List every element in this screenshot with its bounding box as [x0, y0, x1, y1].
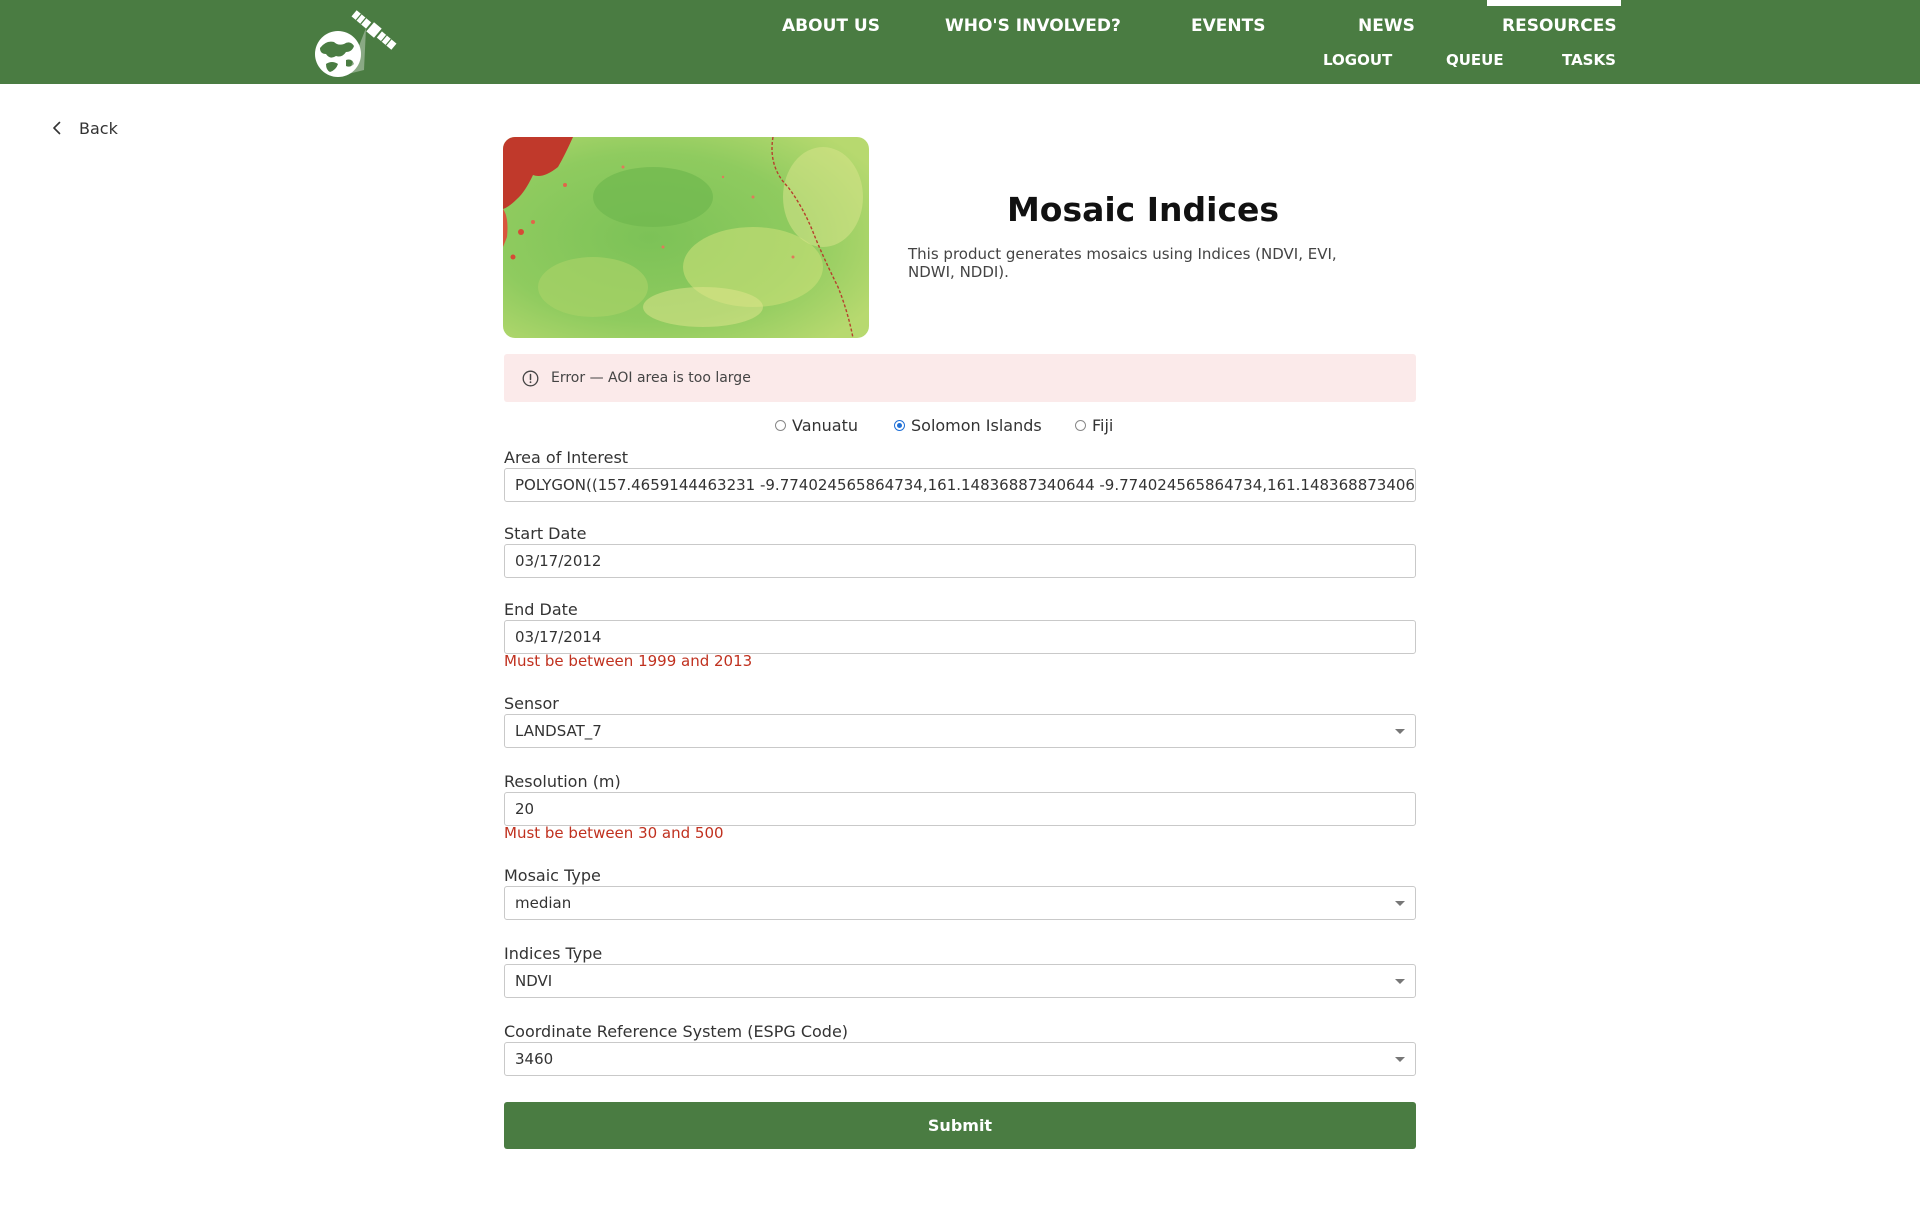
page-title: Mosaic Indices: [1006, 190, 1280, 229]
nav-queue[interactable]: QUEUE: [1446, 51, 1504, 69]
error-banner: Error — AOI area is too large: [504, 354, 1416, 402]
nav-whos-involved[interactable]: WHO'S INVOLVED?: [945, 16, 1121, 36]
crs-value: 3460: [515, 1050, 554, 1068]
globe-satellite-logo[interactable]: [296, 4, 402, 80]
mosaic-type-value: median: [515, 894, 572, 912]
end-date-label: End Date: [504, 600, 578, 619]
resolution-input-box[interactable]: [504, 792, 1416, 826]
radio-solomon-islands[interactable]: Solomon Islands: [894, 416, 1042, 435]
back-label: Back: [79, 118, 118, 138]
submit-button[interactable]: Submit: [504, 1102, 1416, 1149]
radio-button[interactable]: [775, 420, 786, 431]
sensor-select[interactable]: LANDSAT_7: [504, 714, 1416, 748]
indices-type-select[interactable]: NDVI: [504, 964, 1416, 998]
caret-down-icon: [1395, 979, 1405, 984]
start-date-input-box[interactable]: [504, 544, 1416, 578]
end-date-input[interactable]: [515, 628, 1415, 646]
end-date-error: Must be between 1999 and 2013: [504, 652, 753, 670]
back-link[interactable]: Back: [49, 116, 118, 140]
nav-tasks[interactable]: TASKS: [1562, 51, 1616, 69]
caret-down-icon: [1395, 1057, 1405, 1062]
start-date-input[interactable]: [515, 552, 1415, 570]
resolution-input[interactable]: [515, 800, 1415, 818]
resolution-label: Resolution (m): [504, 772, 621, 791]
nav-news[interactable]: NEWS: [1358, 16, 1415, 36]
radio-label: Solomon Islands: [911, 416, 1042, 435]
resolution-error: Must be between 30 and 500: [504, 824, 724, 842]
indices-type-label: Indices Type: [504, 944, 603, 963]
top-navigation-bar: ABOUT US WHO'S INVOLVED? EVENTS NEWS RES…: [0, 0, 1920, 84]
error-message: Error — AOI area is too large: [551, 370, 751, 386]
radio-fiji[interactable]: Fiji: [1075, 416, 1113, 435]
radio-label: Vanuatu: [792, 416, 859, 435]
crs-label: Coordinate Reference System (ESPG Code): [504, 1022, 849, 1041]
sensor-value: LANDSAT_7: [515, 722, 602, 740]
product-thumbnail: [503, 137, 869, 338]
radio-button[interactable]: [1075, 420, 1086, 431]
caret-down-icon: [1395, 901, 1405, 906]
radio-vanuatu[interactable]: Vanuatu: [775, 416, 858, 435]
product-description: This product generates mosaics using Ind…: [908, 245, 1337, 281]
aoi-input[interactable]: [515, 476, 1415, 494]
caret-down-icon: [1395, 729, 1405, 734]
mosaic-type-select[interactable]: median: [504, 886, 1416, 920]
nav-active-indicator: [1487, 0, 1621, 6]
mosaic-type-label: Mosaic Type: [504, 866, 601, 885]
sensor-label: Sensor: [504, 694, 559, 713]
nav-logout[interactable]: LOGOUT: [1323, 51, 1392, 69]
nav-resources[interactable]: RESOURCES: [1502, 16, 1617, 36]
radio-button-selected[interactable]: [894, 420, 905, 431]
start-date-label: Start Date: [504, 524, 587, 543]
chevron-left-icon: [53, 121, 61, 135]
radio-label: Fiji: [1092, 416, 1114, 435]
crs-select[interactable]: 3460: [504, 1042, 1416, 1076]
end-date-input-box[interactable]: [504, 620, 1416, 654]
alert-circle-icon: [522, 370, 539, 386]
aoi-input-box[interactable]: [504, 468, 1416, 502]
nav-about-us[interactable]: ABOUT US: [782, 16, 880, 36]
aoi-label: Area of Interest: [504, 448, 629, 467]
nav-events[interactable]: EVENTS: [1191, 16, 1265, 36]
indices-type-value: NDVI: [515, 972, 553, 990]
